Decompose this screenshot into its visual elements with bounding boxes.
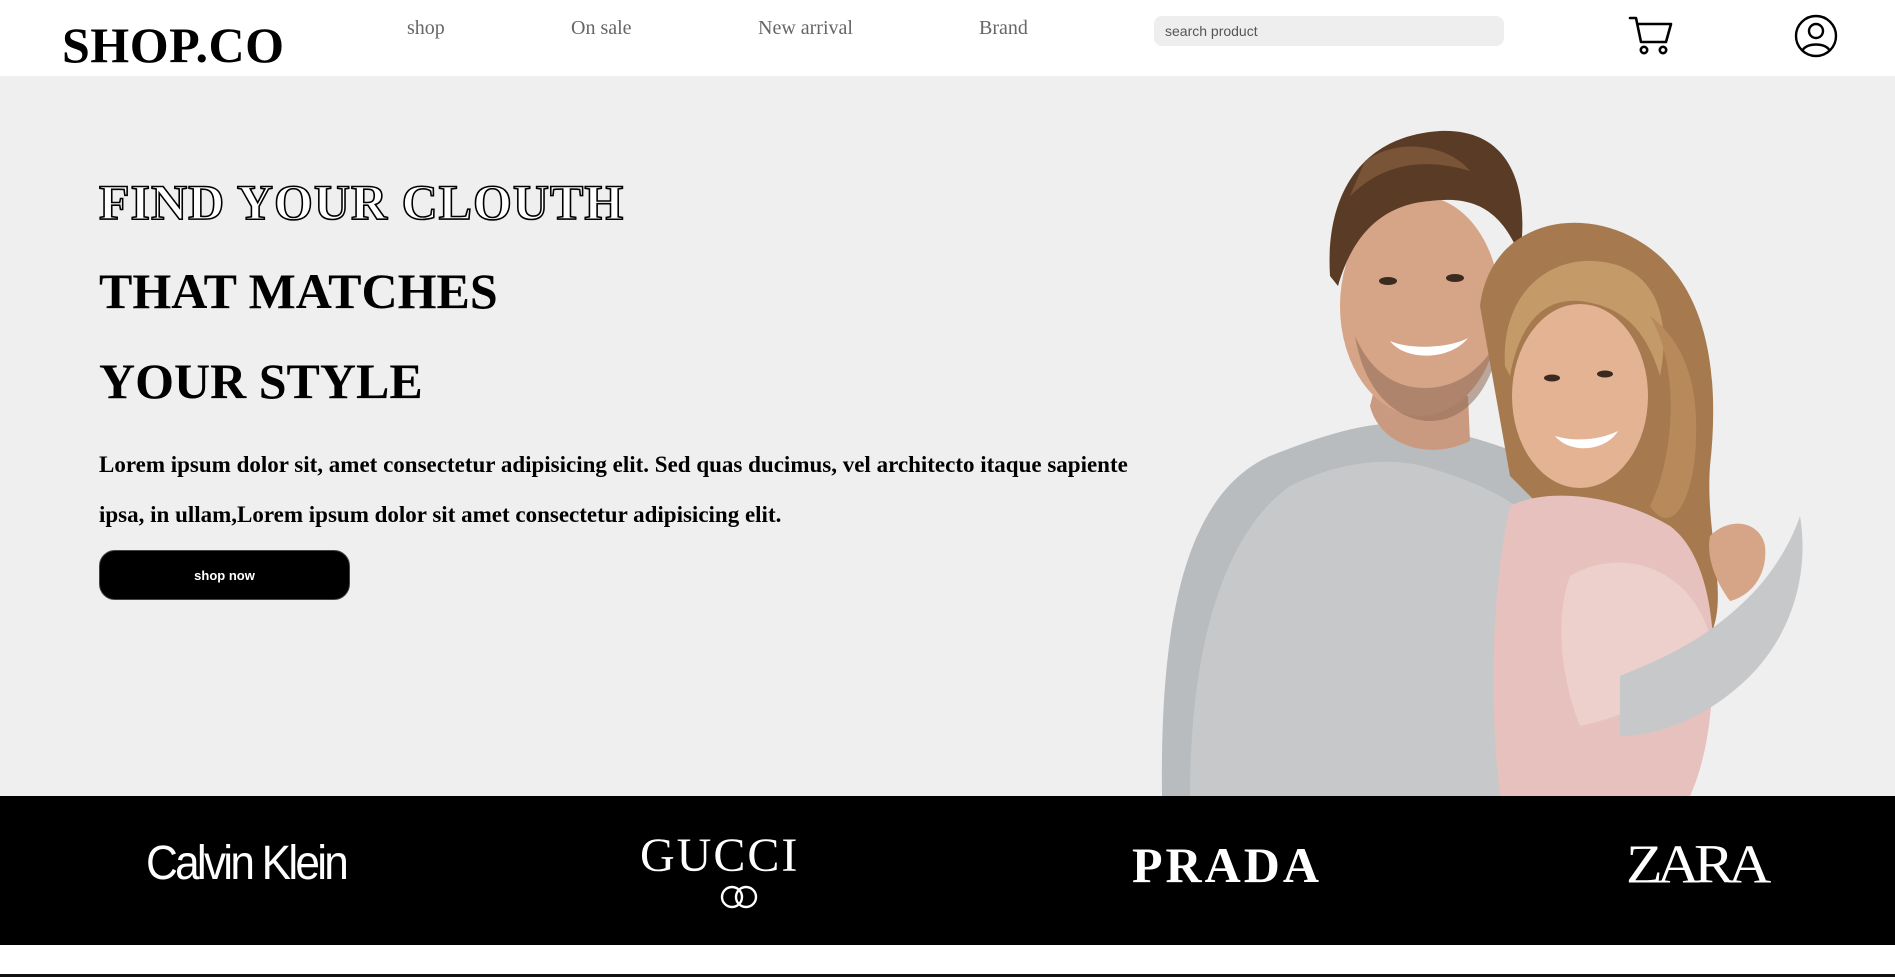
- hero-description: Lorem ipsum dolor sit, amet consectetur …: [99, 452, 1128, 527]
- search-input[interactable]: [1154, 16, 1504, 46]
- brand-logo-prada[interactable]: PRADA: [1132, 836, 1322, 894]
- nav-link-on-sale[interactable]: On sale: [571, 16, 632, 40]
- shop-now-button[interactable]: shop now: [99, 550, 350, 600]
- brand-logo-gucci[interactable]: GUCCI: [640, 828, 799, 883]
- site-header: SHOP.CO shop On sale New arrival Brand: [0, 0, 1895, 76]
- brand-strip: Calvin Klein GUCCI PRADA ZARA: [0, 796, 1895, 945]
- nav-link-new-arrival[interactable]: New arrival: [758, 16, 853, 40]
- hero-headline-line-2: THAT MATCHES: [99, 263, 498, 319]
- user-icon[interactable]: [1794, 14, 1838, 58]
- hero-headline-line-1: FIND YOUR CLOUTH: [98, 173, 625, 231]
- nav-link-brand[interactable]: Brand: [979, 16, 1028, 40]
- brand-logo-calvin-klein[interactable]: Calvin Klein: [146, 836, 349, 891]
- hero-headline-line-3: YOUR STYLE: [99, 353, 423, 409]
- gucci-gg-icon: [720, 885, 758, 909]
- brand-logo-zara[interactable]: ZARA: [1626, 833, 1771, 896]
- hero-section: FIND YOUR CLOUTH THAT MATCHES YOUR STYLE…: [0, 76, 1895, 796]
- site-logo[interactable]: SHOP.CO: [62, 16, 285, 74]
- hero-couple-image: [1161, 130, 1803, 796]
- cart-icon[interactable]: [1628, 14, 1674, 56]
- nav-link-shop[interactable]: shop: [407, 16, 445, 40]
